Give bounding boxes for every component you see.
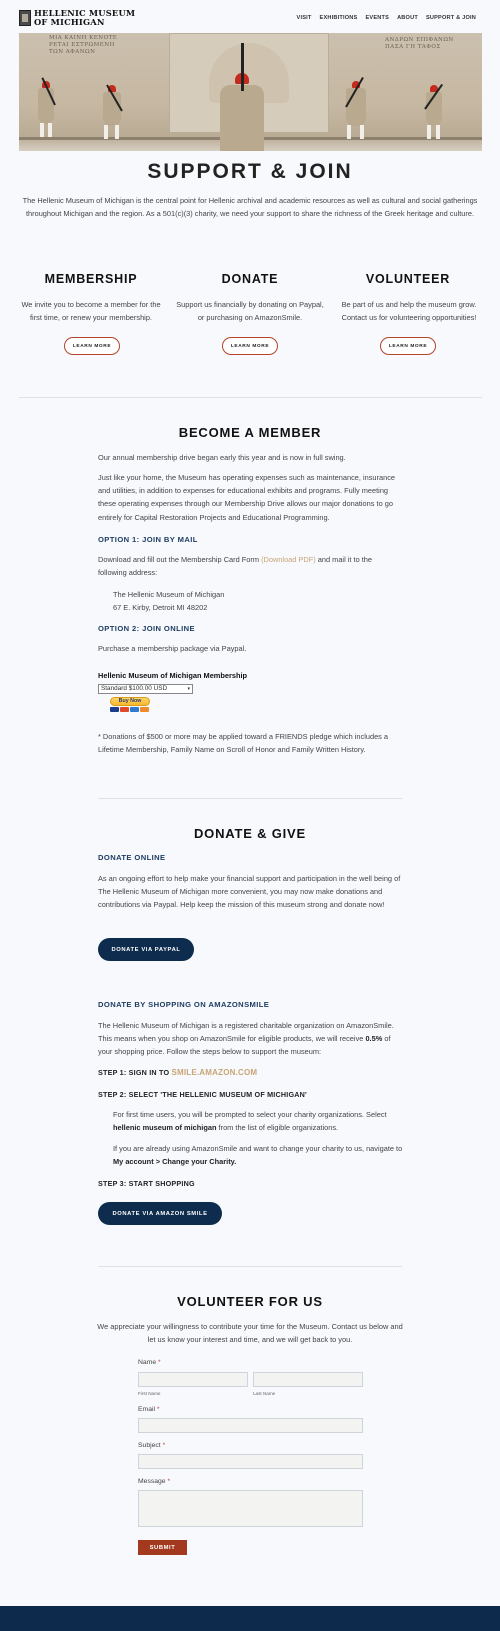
volunteer-text: We appreciate your willingness to contri…	[97, 1322, 403, 1345]
subject-label: Subject *	[138, 1442, 166, 1449]
step-2-instructions-2: If you are already using AmazonSmile and…	[113, 1144, 403, 1167]
membership-title: MEMBERSHIP	[44, 272, 138, 286]
member-paragraph-1: Our annual membership drive began early …	[98, 453, 346, 462]
membership-level-value: Standard $100.00 USD	[101, 685, 168, 692]
last-name-caption: Last Name	[253, 1391, 276, 1396]
download-pdf-link[interactable]: (Download PDF)	[261, 555, 316, 564]
page-intro: The Hellenic Museum of Michigan is the c…	[22, 196, 478, 218]
payment-cards-icon	[110, 707, 156, 713]
message-textarea[interactable]	[138, 1490, 363, 1527]
select-arrow-icon: ▾	[187, 686, 190, 692]
step-2: STEP 2: SELECT 'THE HELLENIC MUSEUM OF M…	[98, 1090, 307, 1099]
subject-field[interactable]	[138, 1454, 363, 1469]
first-name-field[interactable]	[138, 1372, 248, 1387]
nav-visit[interactable]: VISIT	[297, 15, 312, 21]
museum-logo-icon	[19, 10, 31, 26]
message-label: Message *	[138, 1478, 171, 1485]
guard-figure	[341, 77, 371, 143]
logo-text: HELLENIC MUSEUM OF MICHIGAN	[34, 9, 135, 27]
volunteer-learn-more-button[interactable]: LEARN MORE	[380, 337, 436, 355]
mailing-address: The Hellenic Museum of Michigan 67 E. Ki…	[113, 588, 224, 614]
guard-figure	[214, 43, 270, 151]
inscription-left: ΜΙΑ ΚΑΙΝΗ ΚΕΝΟΤΕ ΡΕΤΑΙ ΕΣΤΡΩΜΕΝΗ ΤΩΝ ΑΦΑ…	[49, 35, 118, 55]
page-title: SUPPORT & JOIN	[147, 160, 353, 183]
volunteer-title: VOLUNTEER FOR US	[177, 1294, 323, 1309]
donate-learn-more-button[interactable]: LEARN MORE	[222, 337, 278, 355]
email-label: Email *	[138, 1406, 160, 1413]
site-logo[interactable]: HELLENIC MUSEUM OF MICHIGAN	[19, 9, 135, 27]
name-label: Name *	[138, 1359, 161, 1366]
donate-give-title: DONATE & GIVE	[193, 826, 306, 841]
donate-title: DONATE	[221, 272, 279, 286]
footer-bar	[0, 1606, 500, 1631]
inscription-right: ΑΝΔΡΩΝ ΕΠΙΦΑΝΩΝ ΠΑΣΑ ΓΗ ΤΑΦΟΣ	[385, 37, 454, 50]
step-1: STEP 1: SIGN IN TO SMILE.AMAZON.COM	[98, 1068, 258, 1077]
main-nav: VISIT EXHIBITIONS EVENTS ABOUT SUPPORT &…	[297, 15, 476, 21]
membership-learn-more-button[interactable]: LEARN MORE	[64, 337, 120, 355]
guard-figure	[34, 77, 58, 141]
address-line-1: The Hellenic Museum of Michigan	[113, 590, 225, 599]
donate-online-text: As an ongoing effort to help make your f…	[98, 874, 401, 910]
donate-text: Support us financially by donating on Pa…	[176, 300, 324, 322]
donate-via-paypal-button[interactable]: DONATE VIA PAYPAL	[98, 938, 194, 961]
submit-button[interactable]: SUBMIT	[138, 1540, 187, 1555]
nav-exhibitions[interactable]: EXHIBITIONS	[320, 15, 358, 21]
donate-via-amazon-smile-button[interactable]: DONATE VIA AMAZON SMILE	[98, 1202, 222, 1225]
hero-image: ΜΙΑ ΚΑΙΝΗ ΚΕΝΟΤΕ ΡΕΤΑΙ ΕΣΤΡΩΜΕΝΗ ΤΩΝ ΑΦΑ…	[19, 33, 482, 151]
section-divider	[98, 798, 402, 799]
donate-online-title: DONATE ONLINE	[98, 853, 166, 862]
email-field[interactable]	[138, 1418, 363, 1433]
option1-text: Download and fill out the Membership Car…	[98, 555, 373, 578]
step-3: STEP 3: START SHOPPING	[98, 1179, 195, 1188]
guard-figure	[422, 83, 446, 141]
amazonsmile-title: DONATE BY SHOPPING ON AMAZONSMILE	[98, 1000, 270, 1009]
amazonsmile-text: The Hellenic Museum of Michigan is a reg…	[98, 1021, 394, 1057]
step-2-instructions-1: For first time users, you will be prompt…	[113, 1110, 387, 1133]
donation-note: * Donations of $500 or more may be appli…	[98, 732, 389, 755]
smile-amazon-link[interactable]: SMILE.AMAZON.COM	[171, 1068, 257, 1077]
paypal-membership-title: Hellenic Museum of Michigan Membership	[98, 671, 248, 680]
section-divider	[19, 397, 482, 398]
option2-title: OPTION 2: JOIN ONLINE	[98, 624, 196, 633]
member-paragraph-2: Just like your home, the Museum has oper…	[98, 473, 396, 522]
volunteer-title: VOLUNTEER	[365, 272, 451, 286]
membership-text: We invite you to become a member for the…	[21, 300, 161, 322]
volunteer-text: Be part of us and help the museum grow. …	[341, 300, 477, 322]
paypal-buy-now-button[interactable]: Buy Now	[110, 697, 150, 706]
address-line-2: 67 E. Kirby, Detroit MI 48202	[113, 603, 208, 613]
nav-about[interactable]: ABOUT	[397, 15, 418, 21]
option2-text: Purchase a membership package via Paypal…	[98, 644, 247, 653]
nav-support-join[interactable]: SUPPORT & JOIN	[426, 15, 476, 21]
nav-events[interactable]: EVENTS	[365, 15, 389, 21]
first-name-caption: First Name	[138, 1391, 161, 1396]
logo-line-2: OF MICHIGAN	[34, 17, 105, 27]
guard-figure	[99, 84, 125, 141]
option1-title: OPTION 1: JOIN BY MAIL	[98, 535, 198, 544]
become-member-title: BECOME A MEMBER	[178, 425, 322, 440]
membership-level-select[interactable]: Standard $100.00 USD ▾	[98, 684, 193, 694]
section-divider	[98, 1266, 402, 1267]
last-name-field[interactable]	[253, 1372, 363, 1387]
